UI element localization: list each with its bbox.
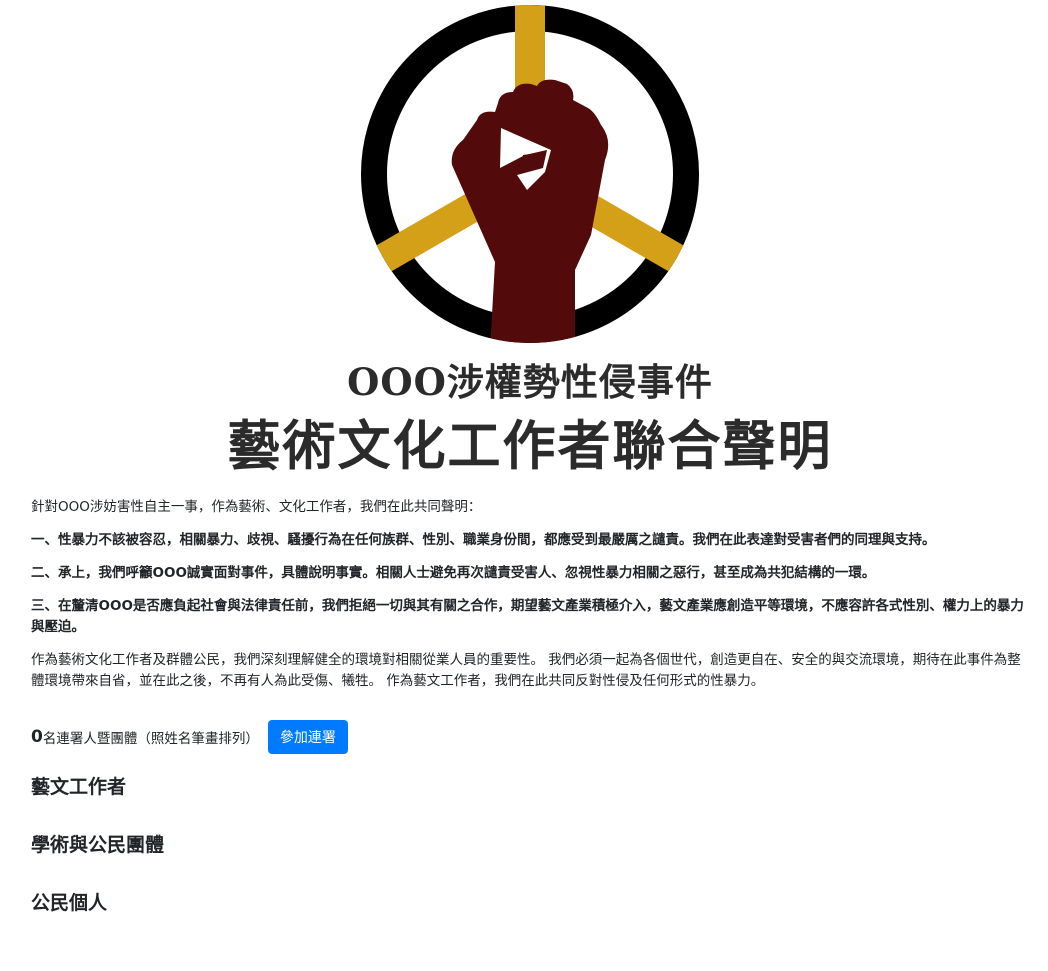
- page-title-line1: OOO涉權勢性侵事件: [347, 360, 713, 404]
- statement-point-2: 二、承上，我們呼籲OOO誠實面對事件，具體說明事實。相關人士避免再次譴責受害人、…: [31, 565, 876, 581]
- join-signature-button[interactable]: 參加連署: [267, 720, 348, 754]
- statement-point-1: 一、性暴力不該被容忍，相關暴力、歧視、騷擾行為在任何族群、性別、職業身份間，都應…: [31, 532, 936, 548]
- page-title-line2: 藝術文化工作者聯合聲明: [227, 415, 833, 477]
- logo: [355, 0, 705, 350]
- statement-body: 針對OOO涉妨害性自主一事，作為藝術、文化工作者，我們在此共同聲明： 一、性暴力…: [31, 497, 1031, 704]
- statement-point-3: 三、在釐清OOO是否應負起社會與法律責任前，我們拒絕一切與其有關之合作，期望藝文…: [31, 598, 1024, 635]
- section-heading-artists: 藝文工作者: [31, 776, 127, 798]
- section-heading-citizens: 公民個人: [31, 892, 108, 914]
- section-heading-academic: 學術與公民團體: [31, 834, 165, 856]
- statement-closing: 作為藝術文化工作者及群體公民，我們深刻理解健全的環境對相關從業人員的重要性。 我…: [31, 652, 1021, 689]
- raised-fist-logo-icon: [361, 5, 699, 343]
- statement-intro: 針對OOO涉妨害性自主一事，作為藝術、文化工作者，我們在此共同聲明：: [31, 499, 482, 515]
- signature-bar: 0 名連署人暨團體（照姓名筆畫排列） 參加連署: [31, 720, 348, 754]
- signature-count: 0: [31, 727, 43, 747]
- signature-count-label: 名連署人暨團體（照姓名筆畫排列）: [42, 731, 259, 747]
